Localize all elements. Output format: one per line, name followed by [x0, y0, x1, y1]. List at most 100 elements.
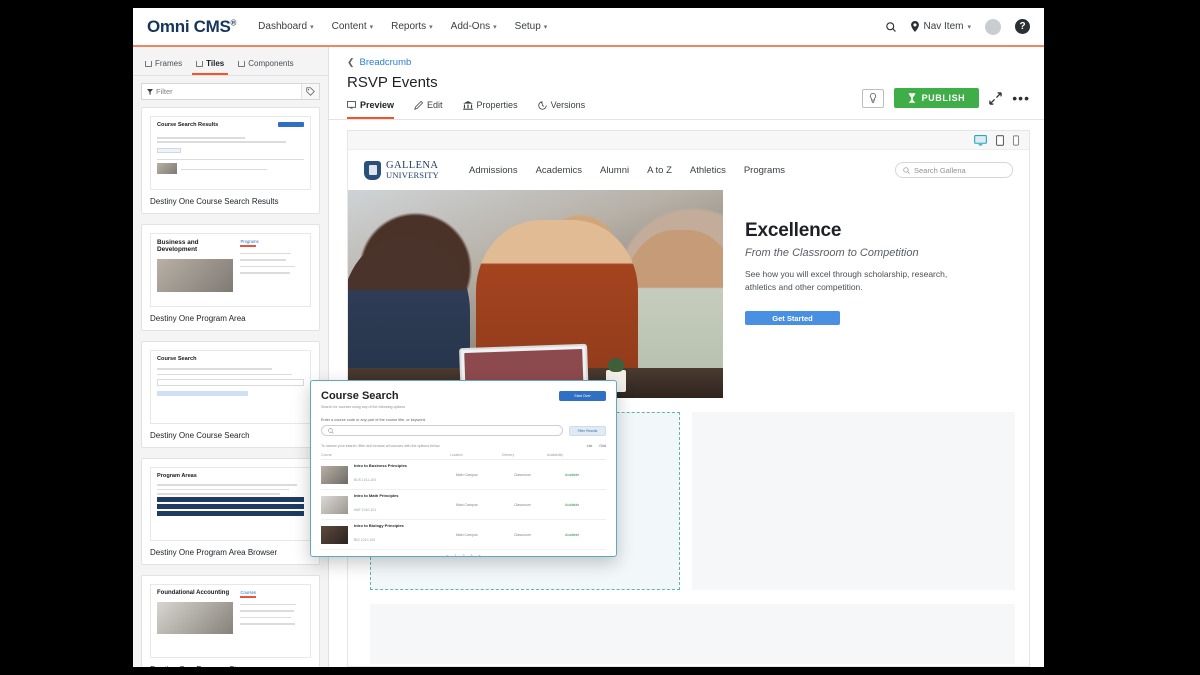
chevron-down-icon: ▾ [310, 23, 314, 31]
filter-box: Filter [141, 83, 320, 100]
main-content: ❮ Breadcrumb RSVP Events Preview Edit Pr… [329, 47, 1044, 667]
tab-properties-label: Properties [476, 100, 518, 110]
app-body: Frames Tiles Components Filter Course Se… [133, 47, 1044, 667]
site-menu-admissions[interactable]: Admissions [469, 165, 518, 176]
tile-thumbnail: Business and Development Programs [150, 233, 311, 307]
pager-prev[interactable]: « [447, 554, 449, 556]
avatar[interactable] [985, 18, 1001, 35]
breadcrumb[interactable]: ❮ Breadcrumb [329, 47, 1044, 68]
tile-card[interactable]: Program Areas Destiny One Program Area B… [141, 458, 320, 565]
tile-card[interactable]: Course Search Results Destiny One Course… [141, 107, 320, 214]
help-icon[interactable]: ? [1015, 19, 1030, 34]
tile-thumbnail: Course Search [150, 350, 311, 424]
tile-preview-heading: Course Search [157, 356, 197, 362]
tile-title: Destiny One Program Area Browser [150, 548, 278, 557]
registered-mark-icon: ® [230, 17, 237, 27]
pager-page-1[interactable]: 1 [455, 554, 457, 556]
popup-view-list[interactable]: List [587, 444, 593, 448]
tab-preview-label: Preview [360, 100, 395, 110]
ellipsis-icon[interactable]: ••• [1012, 91, 1030, 105]
nav-item-selector[interactable]: Nav Item ▾ [911, 21, 971, 32]
tab-preview[interactable]: Preview [347, 100, 395, 119]
pencil-icon [414, 100, 424, 110]
view-tabs: Preview Edit Properties Versions [347, 100, 585, 119]
nav-dashboard-label: Dashboard [258, 21, 308, 32]
tiles-icon [196, 60, 204, 67]
tile-preview-input [157, 379, 304, 387]
site-menu-academics[interactable]: Academics [536, 165, 582, 176]
popup-meta-text: To narrow your search, filter and browse… [321, 444, 441, 448]
popup-start-over-button[interactable]: Start Over [559, 391, 606, 401]
site-navigation: GALLENA UNIVERSITY Admissions Academics … [348, 150, 1029, 190]
tag-icon[interactable] [301, 84, 319, 99]
filter-input[interactable]: Filter [142, 87, 301, 96]
tab-edit[interactable]: Edit [414, 100, 443, 119]
course-search-popup[interactable]: Course Search Search for courses using a… [310, 380, 617, 557]
popup-subtitle: Search for courses using any of the foll… [321, 405, 406, 409]
popup-pagination: « 1 2 3 » [321, 554, 606, 556]
panel-tabs: Frames Tiles Components [133, 47, 328, 76]
site-menu-programs[interactable]: Programs [744, 165, 785, 176]
breadcrumb-link[interactable]: Breadcrumb [360, 57, 412, 68]
tile-preview-text [157, 131, 278, 135]
device-toolbar [348, 131, 1029, 150]
mobile-view-icon[interactable] [1013, 134, 1019, 146]
top-bar-actions: Nav Item ▾ ? [885, 18, 1030, 35]
lightbulb-icon[interactable] [861, 88, 884, 108]
pager-next[interactable]: » [479, 554, 481, 556]
nav-dashboard[interactable]: Dashboard ▾ [258, 21, 313, 32]
popup-filter-button[interactable]: Filter Results [569, 425, 606, 436]
tab-components[interactable]: Components [234, 55, 297, 75]
tab-versions[interactable]: Versions [537, 100, 585, 119]
tab-frames[interactable]: Frames [141, 55, 186, 75]
app-logo[interactable]: Omni CMS® [147, 17, 236, 37]
course-code: BIO 1010-100 [354, 538, 376, 542]
nav-reports[interactable]: Reports ▾ [391, 21, 433, 32]
popup-search-input[interactable] [321, 425, 563, 436]
back-chevron-icon[interactable]: ❮ [347, 57, 355, 68]
tile-list[interactable]: Course Search Results Destiny One Course… [133, 107, 328, 667]
popup-view-grid[interactable]: Grid [599, 444, 606, 448]
site-menu-a-to-z[interactable]: A to Z [647, 165, 672, 176]
publish-button[interactable]: PUBLISH [893, 88, 980, 108]
tile-card[interactable]: Business and Development Programs Destin… [141, 224, 320, 331]
course-code: BUS 1011-100 [354, 478, 376, 482]
pager-page-3[interactable]: 3 [471, 554, 473, 556]
table-row[interactable]: Intro to Math Principles MAT 1010-101 Ma… [321, 490, 606, 520]
tab-tiles[interactable]: Tiles [192, 55, 229, 75]
nav-content-label: Content [331, 21, 367, 32]
tile-card[interactable]: Foundational Accounting Courses [141, 575, 320, 667]
site-menu-alumni[interactable]: Alumni [600, 165, 629, 176]
expand-icon[interactable] [989, 91, 1003, 105]
tile-thumbnail: Foundational Accounting Courses [150, 584, 311, 658]
desktop-view-icon[interactable] [974, 134, 987, 146]
tile-preview-heading: Business and Development [157, 239, 199, 254]
tab-frames-label: Frames [155, 59, 183, 68]
nav-addons[interactable]: Add-Ons ▾ [451, 21, 497, 32]
site-logo[interactable]: GALLENA UNIVERSITY [364, 160, 439, 180]
nav-reports-label: Reports [391, 21, 427, 32]
site-search-input[interactable]: Search Gallena [895, 162, 1013, 178]
course-location: Main Campus [456, 502, 478, 507]
omni-cms-window: Omni CMS® Dashboard ▾ Content ▾ Reports … [133, 8, 1044, 667]
pager-page-2[interactable]: 2 [463, 554, 465, 556]
app-logo-text: Omni CMS [147, 16, 231, 36]
site-menu: Admissions Academics Alumni A to Z Athle… [469, 165, 785, 176]
course-location: Main Campus [456, 532, 478, 537]
table-row[interactable]: Intro to Business Principles BUS 1011-10… [321, 460, 606, 490]
get-started-button[interactable]: Get Started [745, 311, 840, 326]
tab-properties[interactable]: Properties [462, 100, 518, 119]
table-row[interactable]: Intro to Biology Principles BIO 1010-100… [321, 520, 606, 550]
course-name: Intro to Business Principles [354, 463, 407, 468]
course-code: MAT 1010-101 [354, 508, 377, 512]
popup-search-row: Filter Results [321, 425, 606, 436]
nav-setup[interactable]: Setup ▾ [515, 21, 548, 32]
tile-card[interactable]: Course Search Destiny One Course Search [141, 341, 320, 448]
search-icon[interactable] [885, 21, 897, 33]
page-actions: PUBLISH ••• [861, 88, 1030, 108]
tablet-view-icon[interactable] [996, 134, 1004, 146]
site-menu-athletics[interactable]: Athletics [690, 165, 726, 176]
popup-meta: To narrow your search, filter and browse… [321, 444, 606, 448]
nav-content[interactable]: Content ▾ [332, 21, 374, 32]
hero-image [348, 190, 723, 398]
